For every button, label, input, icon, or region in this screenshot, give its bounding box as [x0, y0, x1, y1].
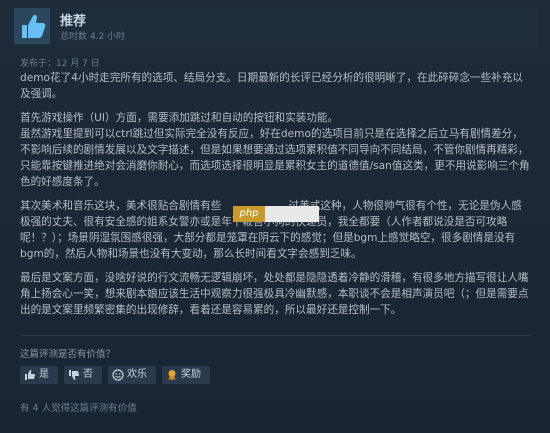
- vote-yes-label: 是: [39, 369, 49, 380]
- vote-funny-button[interactable]: 欢乐: [108, 366, 156, 384]
- vote-funny-label: 欢乐: [127, 369, 147, 380]
- recommended-thumb-icon: [14, 8, 50, 44]
- review-paragraph: demo花了4小时走完所有的选项、结局分支。日期最新的长评已经分析的很明晰了，在…: [20, 72, 523, 100]
- thumbs-up-icon: [25, 370, 35, 380]
- recommendation-title[interactable]: 推荐: [60, 10, 86, 29]
- review-card: 推荐 总时数 4.2 小时 发布于：12 月 7 日 demo花了4小时走完所有…: [0, 0, 550, 433]
- vote-no-button[interactable]: 否: [64, 366, 102, 384]
- playtime-hours: 总时数 4.2 小时: [60, 32, 126, 42]
- review-header: 推荐 总时数 4.2 小时: [12, 6, 538, 46]
- vote-no-label: 否: [83, 369, 93, 380]
- review-body: demo花了4小时走完所有的选项、结局分支。日期最新的长评已经分析的很明晰了，在…: [20, 70, 532, 326]
- vote-yes-button[interactable]: 是: [20, 366, 58, 384]
- helpful-question: 这篇评测是否有价值？: [20, 349, 116, 360]
- watermark-overlay: php: [233, 206, 319, 222]
- helpful-count: 有 4 人觉得这篇评测有价值: [20, 403, 137, 414]
- watermark-logo: php: [233, 206, 265, 222]
- review-paragraph: 最后是文案方面，没啥好说的行文流畅无逻辑崩坏，处处都是隐隐透着冷静的滑稽，有很多…: [20, 272, 529, 316]
- posted-date: 发布于：12 月 7 日: [20, 59, 100, 69]
- award-button[interactable]: 奖励: [162, 366, 210, 384]
- award-label: 奖励: [181, 369, 201, 380]
- review-paragraph: 首先游戏操作（UI）方面，需要添加跳过和自动的按钮和实装功能。 虽然游戏里提到可…: [20, 112, 530, 188]
- divider: [20, 335, 532, 336]
- award-icon: [168, 370, 176, 381]
- thumbs-down-icon: [69, 370, 79, 380]
- smile-icon: [112, 369, 124, 381]
